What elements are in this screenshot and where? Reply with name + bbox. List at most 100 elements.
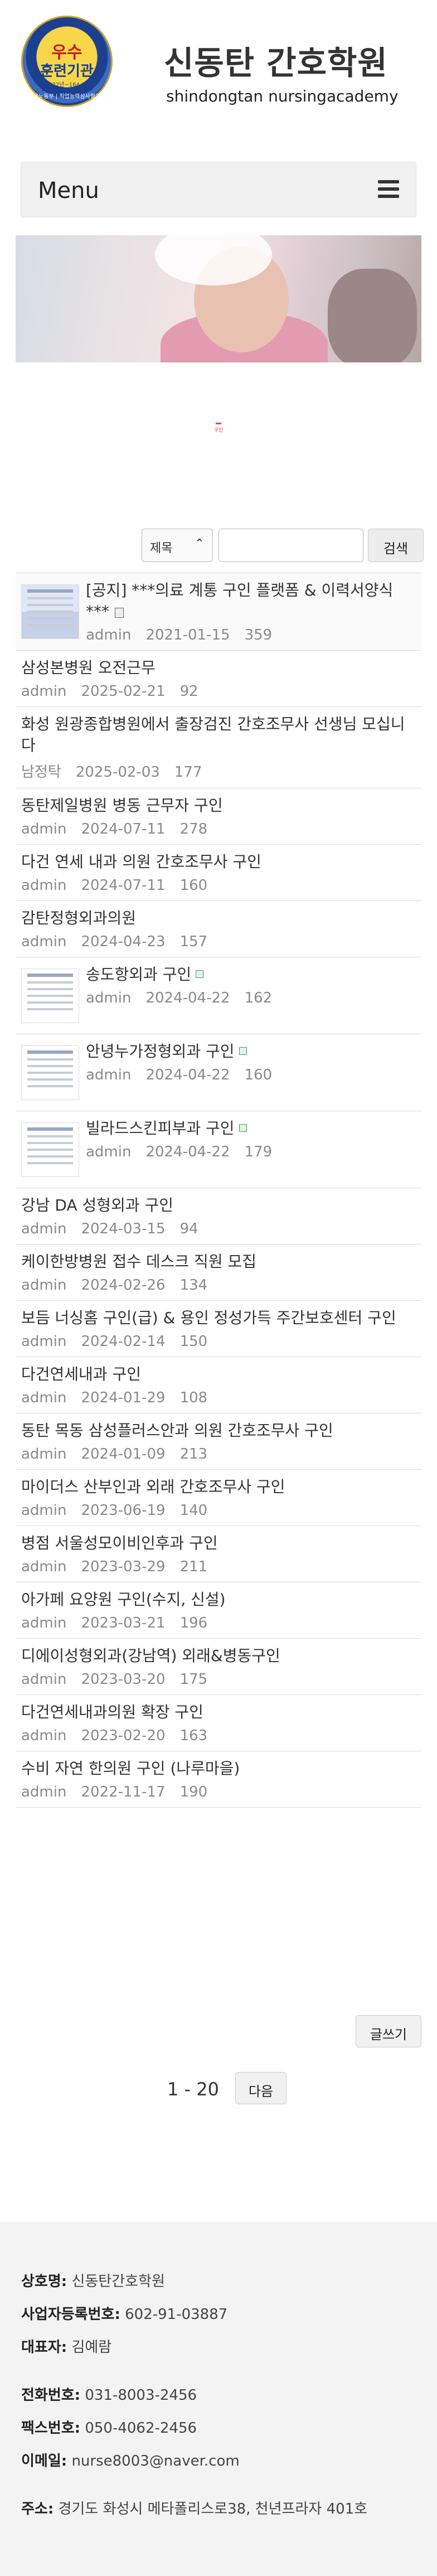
post-views: 92 xyxy=(179,683,198,700)
post-views: 278 xyxy=(179,821,208,837)
post-title-text[interactable]: 아가페 요양원 구인(수지, 신설) xyxy=(21,1590,226,1609)
post-date: 2024-04-22 xyxy=(145,990,230,1006)
post-title-link[interactable]: 디에이성형외과(강남역) 외래&병동구인 xyxy=(21,1645,416,1667)
post-title-text[interactable]: 병점 서울성모이비인후과 구인 xyxy=(21,1534,218,1552)
post-title-link[interactable]: 송도항외과 구인 xyxy=(86,964,416,985)
menu-bar[interactable]: Menu xyxy=(21,162,416,217)
post-title-text[interactable]: 화성 원광종합병원에서 출장검진 간호조무사 선생님 모십니다 xyxy=(21,715,405,754)
post-title-text[interactable]: 감탄정형외과의원 xyxy=(21,909,136,927)
post-title-text[interactable]: 빌라드스킨피부과 구인 xyxy=(86,1119,235,1137)
post-title-link[interactable]: 다건연세내과의원 확장 구인 xyxy=(21,1702,416,1723)
search-button[interactable]: 검색 xyxy=(368,529,424,562)
footer-fax: 팩스번호: 050-4062-2456 xyxy=(21,2420,197,2437)
post-date: 2023-03-29 xyxy=(81,1558,166,1575)
post-thumbnail[interactable] xyxy=(21,1122,79,1177)
post-row[interactable]: 화성 원광종합병원에서 출장검진 간호조무사 선생님 모십니다 남정탁 2025-0… xyxy=(16,706,421,788)
post-author: admin xyxy=(21,933,67,950)
post-row[interactable]: 케이한방병원 접수 데스크 직원 모집 admin 2024-02-26 134 xyxy=(16,1244,421,1300)
hero-arm-shape xyxy=(328,269,417,362)
post-row[interactable]: 디에이성형외과(강남역) 외래&병동구인 admin 2023-03-20 175 xyxy=(16,1638,421,1694)
post-title-text[interactable]: 안녕누가정형외과 구인 xyxy=(86,1042,235,1061)
post-row[interactable]: 강남 DA 성형외과 구인 admin 2024-03-15 94 xyxy=(16,1188,421,1244)
post-title-link[interactable]: 삼성본병원 오전근무 xyxy=(21,657,416,679)
post-title-text[interactable]: 다건연세내과의원 확장 구인 xyxy=(21,1703,203,1721)
site-name-korean[interactable]: 신동탄 간호학원 xyxy=(164,37,388,84)
post-title-link[interactable]: 다건연세내과 구인 xyxy=(21,1364,416,1385)
post-row[interactable]: 보듬 너싱홈 구인(급) & 용인 정성가득 주간보호센터 구인 admin 202… xyxy=(16,1300,421,1357)
notice-row[interactable]: [공지] ***의료 계통 구인 플랫폼 & 이력서양식*** admin 2021… xyxy=(16,573,421,650)
post-row[interactable]: 수비 자연 한의원 구인 (나루마을) admin 2022-11-17 190 xyxy=(16,1751,421,1808)
post-title-link[interactable]: 동탄제일병원 병동 근무자 구인 xyxy=(21,795,416,816)
menu-label: Menu xyxy=(38,178,99,204)
post-title-text[interactable]: [공지] ***의료 계통 구인 플랫폼 & 이력서양식*** xyxy=(86,581,393,621)
certification-badge-logo[interactable]: 우수 훈련기관 2022년~164-01 2022.01~2027.12 고용노… xyxy=(21,16,113,107)
post-title-link[interactable]: 동탄 목동 삼성플러스안과 의원 간호조무사 구인 xyxy=(21,1420,416,1441)
post-date: 2024-04-22 xyxy=(145,1067,230,1083)
site-name-english[interactable]: shindongtan nursingacademy xyxy=(166,87,399,105)
post-row[interactable]: 동탄 목동 삼성플러스안과 의원 간호조무사 구인 admin 2024-01-09… xyxy=(16,1413,421,1469)
post-date: 2024-07-11 xyxy=(81,877,166,894)
post-title-text[interactable]: 다건 연세 내과 의원 간호조무사 구인 xyxy=(21,853,261,871)
post-row[interactable]: 감탄정형외과의원 admin 2024-04-23 157 xyxy=(16,900,421,957)
post-title-link[interactable]: [공지] ***의료 계통 구인 플랫폼 & 이력서양식*** xyxy=(86,580,416,622)
search-input[interactable] xyxy=(219,529,363,562)
post-row[interactable]: 동탄제일병원 병동 근무자 구인 admin 2024-07-11 278 xyxy=(16,788,421,844)
post-title-text[interactable]: 동탄 목동 삼성플러스안과 의원 간호조무사 구인 xyxy=(21,1421,333,1440)
post-title-link[interactable]: 화성 원광종합병원에서 출장검진 간호조무사 선생님 모십니다 xyxy=(21,714,416,756)
post-date: 2024-03-15 xyxy=(81,1221,166,1237)
post-row[interactable]: 다건연세내과의원 확장 구인 admin 2023-02-20 163 xyxy=(16,1694,421,1751)
post-title-link[interactable]: 마이더스 산부인과 외래 간호조무사 구인 xyxy=(21,1476,416,1498)
post-title-text[interactable]: 케이한방병원 접수 데스크 직원 모집 xyxy=(21,1252,256,1271)
post-thumbnail[interactable] xyxy=(21,969,79,1023)
post-author: admin xyxy=(21,1784,67,1800)
post-thumbnail[interactable] xyxy=(21,1045,79,1100)
post-author: admin xyxy=(86,1144,132,1160)
post-row[interactable]: 삼성본병원 오전근무 admin 2025-02-21 92 xyxy=(16,650,421,706)
post-title-text[interactable]: 동탄제일병원 병동 근무자 구인 xyxy=(21,796,223,815)
post-title-link[interactable]: 강남 DA 성형외과 구인 xyxy=(21,1195,416,1216)
post-title-text[interactable]: 디에이성형외과(강남역) 외래&병동구인 xyxy=(21,1647,280,1665)
post-row[interactable]: 마이더스 산부인과 외래 간호조무사 구인 admin 2023-06-19 140 xyxy=(16,1469,421,1526)
post-row[interactable]: 빌라드스킨피부과 구인 admin 2024-04-22 179 xyxy=(16,1111,421,1188)
post-thumbnail[interactable] xyxy=(21,584,79,639)
post-title-text[interactable]: 수비 자연 한의원 구인 (나루마을) xyxy=(21,1759,240,1778)
post-views: 160 xyxy=(244,1067,273,1083)
post-views: 134 xyxy=(179,1277,208,1294)
post-title-link[interactable]: 빌라드스킨피부과 구인 xyxy=(86,1118,416,1139)
post-title-link[interactable]: 감탄정형외과의원 xyxy=(21,908,416,929)
post-title-text[interactable]: 삼성본병원 오전근무 xyxy=(21,658,156,677)
post-title-link[interactable]: 아가페 요양원 구인(수지, 신설) xyxy=(21,1589,416,1610)
post-title-link[interactable]: 수비 자연 한의원 구인 (나루마을) xyxy=(21,1758,416,1779)
post-views: 150 xyxy=(179,1333,208,1350)
post-meta: admin 2024-01-29 108 xyxy=(21,1389,416,1406)
next-page-button[interactable]: 다음 xyxy=(235,2072,287,2104)
post-date: 2025-02-03 xyxy=(75,764,160,781)
post-row[interactable]: 다건연세내과 구인 admin 2024-01-29 108 xyxy=(16,1357,421,1413)
post-title-text[interactable]: 강남 DA 성형외과 구인 xyxy=(21,1196,173,1214)
post-row[interactable]: 다건 연세 내과 의원 간호조무사 구인 admin 2024-07-11 160 xyxy=(16,844,421,900)
post-row[interactable]: 병점 서울성모이비인후과 구인 admin 2023-03-29 211 xyxy=(16,1526,421,1582)
post-row[interactable]: 안녕누가정형외과 구인 admin 2024-04-22 160 xyxy=(16,1034,421,1111)
post-title-link[interactable]: 안녕누가정형외과 구인 xyxy=(86,1041,416,1062)
post-date: 2023-02-20 xyxy=(81,1727,166,1744)
post-title-link[interactable]: 다건 연세 내과 의원 간호조무사 구인 xyxy=(21,851,416,873)
post-views: 163 xyxy=(179,1727,208,1744)
write-button[interactable]: 글쓰기 xyxy=(356,2015,421,2047)
post-title-text[interactable]: 마이더스 산부인과 외래 간호조무사 구인 xyxy=(21,1478,285,1496)
post-row[interactable]: 아가페 요양원 구인(수지, 신설) admin 2023-03-21 196 xyxy=(16,1582,421,1638)
post-title-link[interactable]: 보듬 너싱홈 구인(급) & 용인 정성가득 주간보호센터 구인 xyxy=(21,1308,416,1329)
post-title-text[interactable]: 다건연세내과 구인 xyxy=(21,1365,141,1383)
search-field-select[interactable]: 제목 ⌃ xyxy=(142,529,213,562)
post-views: 108 xyxy=(179,1389,208,1406)
image-attachment-icon xyxy=(196,970,204,978)
hamburger-icon[interactable] xyxy=(378,180,399,199)
post-author: admin xyxy=(21,821,67,837)
post-row[interactable]: 송도항외과 구인 admin 2024-04-22 162 xyxy=(16,957,421,1034)
post-title-text[interactable]: 보듬 너싱홈 구인(급) & 용인 정성가득 주간보호센터 구인 xyxy=(21,1309,396,1327)
post-date: 2022-11-17 xyxy=(81,1784,166,1800)
post-title-link[interactable]: 케이한방병원 접수 데스크 직원 모집 xyxy=(21,1251,416,1272)
post-author: admin xyxy=(21,1277,67,1294)
post-title-link[interactable]: 병점 서울성모이비인후과 구인 xyxy=(21,1533,416,1554)
post-title-text[interactable]: 송도항외과 구인 xyxy=(86,965,191,984)
post-views: 177 xyxy=(174,764,202,781)
